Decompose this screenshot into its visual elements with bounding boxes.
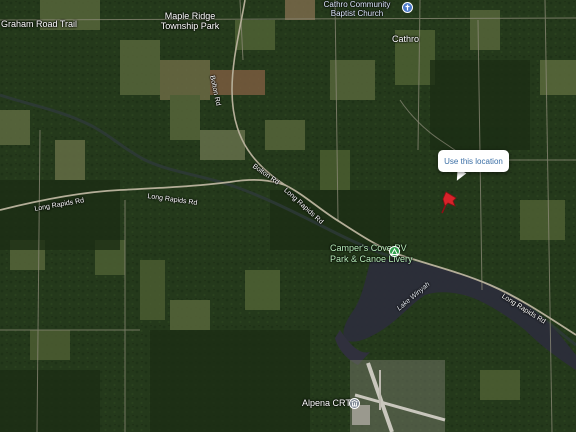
use-this-location-button[interactable]: Use this location (438, 150, 509, 172)
map-view[interactable]: Graham Road Trail Maple Ridge Township P… (0, 0, 576, 432)
satellite-imagery (0, 0, 576, 432)
place-cathro-community-baptist-church[interactable]: Cathro Community Baptist Church (312, 1, 402, 18)
campground-icon[interactable] (389, 246, 400, 257)
place-campers-cove-line2: Park & Canoe Livery (330, 253, 413, 264)
place-maple-ridge-township-park[interactable]: Maple Ridge Township Park (155, 12, 225, 31)
place-graham-road-trail[interactable]: Graham Road Trail (1, 20, 77, 29)
map-pin-icon[interactable] (438, 190, 460, 219)
church-cross-icon[interactable] (402, 2, 413, 13)
airport-runways (350, 360, 446, 432)
place-cathro-church-line1: Cathro Community (323, 0, 391, 9)
place-cathro-church-line2: Baptist Church (330, 9, 384, 18)
government-building-icon[interactable] (349, 398, 360, 409)
place-campers-cove[interactable]: Camper's Cove RV Park & Canoe Livery (330, 243, 413, 265)
place-maple-ridge-line2: Township Park (160, 21, 220, 31)
place-cathro[interactable]: Cathro (392, 35, 419, 44)
place-maple-ridge-line1: Maple Ridge (164, 11, 216, 21)
place-campers-cove-line1: Camper's Cove RV (330, 243, 407, 253)
